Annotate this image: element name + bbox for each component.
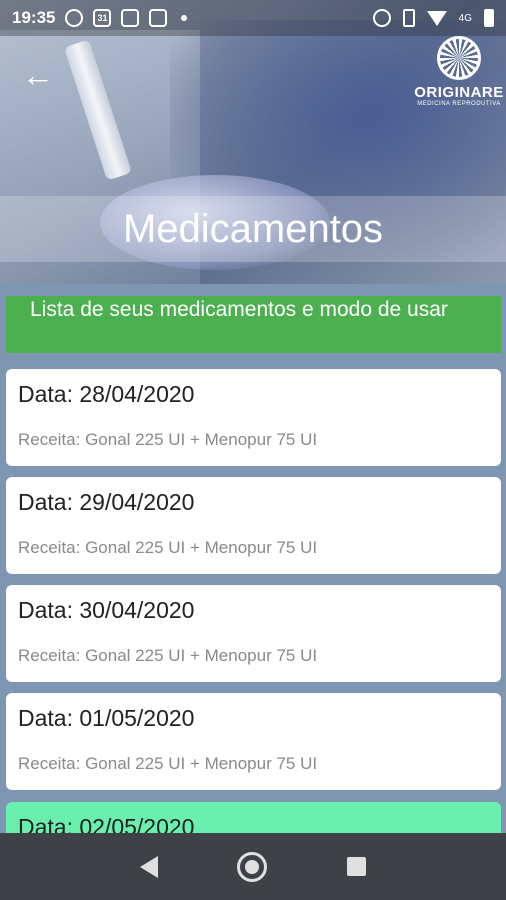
medication-card[interactable]: Data: 29/04/2020 Receita: Gonal 225 UI +… <box>6 477 501 574</box>
arrow-left-icon: ← <box>22 57 54 93</box>
card-recipe: Receita: Gonal 225 UI + Menopur 75 UI <box>18 754 318 773</box>
page-title: Medicamentos <box>122 206 384 251</box>
square-recent-icon[interactable] <box>347 857 367 876</box>
triangle-back-icon[interactable] <box>139 855 158 878</box>
medication-card[interactable]: Data: 01/05/2020 Receita: Gonal 225 UI +… <box>6 693 501 790</box>
circle-home-icon[interactable] <box>237 851 268 882</box>
card-date: Data: 28/04/2020 <box>18 381 195 407</box>
battery-icon <box>484 9 494 27</box>
originare-logo: ORIGINARE MEDICINA REPRODUTIVA <box>412 36 506 118</box>
back-button[interactable]: ← <box>22 58 56 92</box>
calendar-icon: 31 <box>93 9 112 27</box>
network-label: 4G <box>458 12 472 24</box>
list-banner: Lista de seus medicamentos e modo de usa… <box>6 296 501 353</box>
alarm-icon <box>372 9 391 27</box>
logo-name: ORIGINARE <box>414 84 504 101</box>
card-recipe: Receita: Gonal 225 UI + Menopur 75 UI <box>18 538 318 557</box>
instagram-icon <box>121 9 140 27</box>
notification-dot-icon <box>181 15 188 21</box>
card-recipe: Receita: Gonal 225 UI + Menopur 75 UI <box>18 646 318 665</box>
system-navigation-bar <box>0 833 506 900</box>
card-recipe: Receita: Gonal 225 UI + Menopur 75 UI <box>18 430 318 449</box>
banner-text: Lista de seus medicamentos e modo de usa… <box>30 298 448 321</box>
gmail-icon <box>149 9 168 27</box>
title-band: Medicamentos <box>0 196 506 262</box>
medication-card[interactable]: Data: 30/04/2020 Receita: Gonal 225 UI +… <box>6 585 501 682</box>
vibrate-icon <box>402 9 415 27</box>
medication-card[interactable]: Data: 28/04/2020 Receita: Gonal 225 UI +… <box>6 369 501 466</box>
card-date: Data: 29/04/2020 <box>18 489 195 515</box>
status-time: 19:35 <box>12 8 56 27</box>
whatsapp-icon <box>65 9 84 27</box>
logo-subtitle: MEDICINA REPRODUTIVA <box>417 101 501 107</box>
card-date: Data: 01/05/2020 <box>18 705 195 731</box>
card-date: Data: 30/04/2020 <box>18 597 195 623</box>
logo-mark-icon <box>437 36 481 80</box>
wifi-icon <box>426 10 447 26</box>
status-bar: 19:35 31 4G <box>0 0 506 36</box>
